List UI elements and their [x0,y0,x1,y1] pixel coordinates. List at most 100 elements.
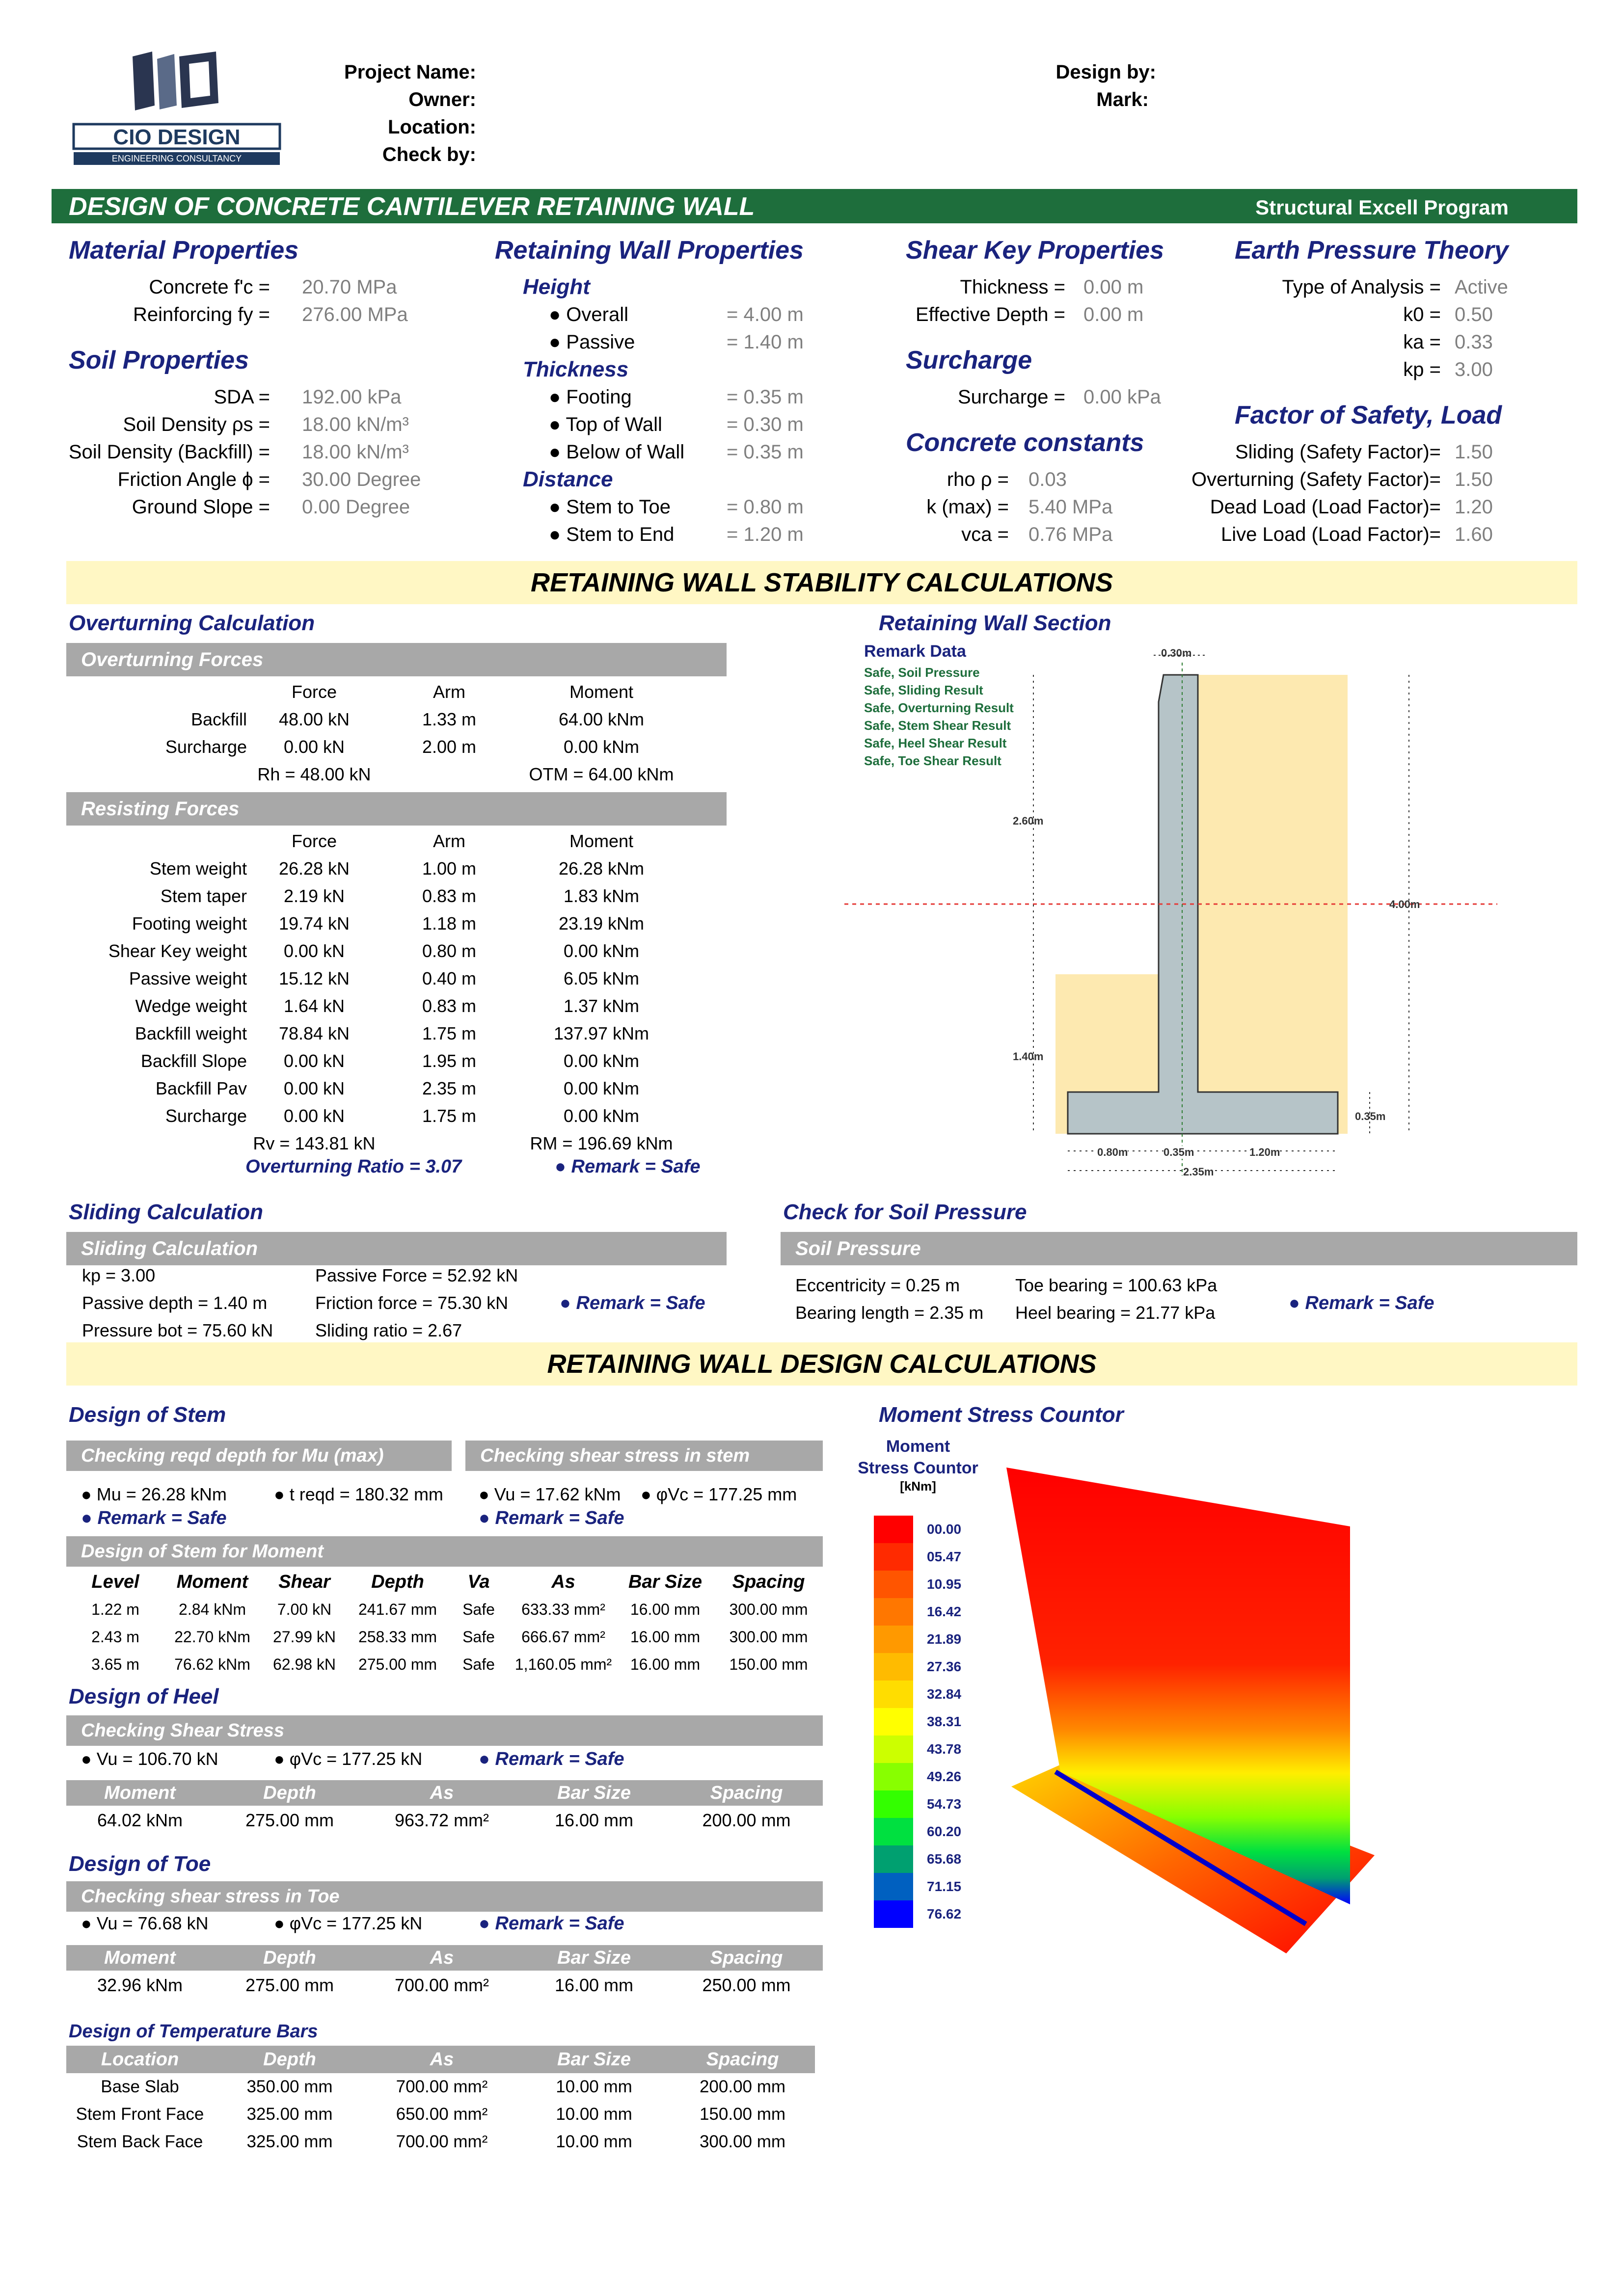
legend-swatch [874,1571,913,1598]
material-heading: Material Properties [69,236,299,265]
table-row: 32.96 kNm 275.00 mm 700.00 mm² 16.00 mm 250.… [97,1975,791,1995]
soil-pressure-remark: ● Remark = Safe [1289,1293,1434,1313]
owner-label: Owner: [408,89,476,110]
table-row: Stem weight 26.28 kN 1.00 m 26.28 kNm [149,858,645,879]
legend-entry: 00.00 [874,1516,982,1543]
dim-footing: 0.35m [1355,1110,1386,1122]
overturning-fs-value: 1.50 [1455,469,1493,490]
distance-subheading: Distance [523,467,613,491]
dim-passive-height: 1.40m [1013,1050,1044,1063]
legend-value: 54.73 [927,1796,962,1812]
legend-value: 32.84 [927,1686,962,1702]
sk-thickness-value: 0.00 m [1083,276,1144,298]
legend-entry: 76.62 [874,1900,982,1928]
col-moment-header: Moment [569,682,634,702]
sk-eff-depth-value: 0.00 m [1083,304,1144,325]
overturning-forces-bar: Overturning Forces [66,643,727,676]
vca-label: vca = [961,524,1009,545]
rho-label: rho ρ = [947,469,1009,490]
legend-swatch [874,1873,913,1900]
col-arm-header: Arm [433,682,465,702]
table-row: Backfill 48.00 kN 1.33 m 64.00 kNm [190,709,645,729]
legend-value: 38.31 [927,1714,962,1729]
legend-value: 27.36 [927,1659,962,1674]
overall-value: = 4.00 m [727,304,804,325]
soil-pressure-heading: Check for Soil Pressure [783,1200,1027,1224]
resisting-table: Force Arm Moment Stem weight 26.28 kN 1.00… [66,828,727,1157]
thickness-subheading: Thickness [523,357,629,381]
sk-thickness-label: Thickness = [960,276,1065,298]
title-bar: DESIGN OF CONCRETE CANTILEVER RETAINING … [52,189,1577,223]
ka-value: 0.33 [1455,331,1493,353]
backfill-density-value: 18.00 kN/m³ [302,441,409,463]
analysis-type-value: Active [1455,276,1508,298]
live-load-factor-value: 1.60 [1455,524,1493,545]
wall-section-drawing [844,655,1497,1175]
sliding-fs-value: 1.50 [1455,441,1493,463]
title-text: DESIGN OF CONCRETE CANTILEVER RETAINING … [69,192,755,221]
stress-heading: Moment Stress Countor [879,1403,1124,1427]
legend-value: 65.68 [927,1851,962,1867]
below-wall-label: ● Below of Wall [549,441,685,463]
dead-load-factor-value: 1.20 [1455,496,1493,518]
ground-slope-label: Ground Slope = [132,496,270,518]
toe-table: Moment Depth As Bar Size Spacing 32.96 kNm 27… [66,1945,823,2000]
dead-load-factor-label: Dead Load (Load Factor)= [1210,496,1441,518]
otm-total: OTM = 64.00 kNm [529,764,674,784]
location-label: Location: [388,116,476,138]
legend-swatch [874,1763,913,1790]
kp-label: kp = [1403,359,1441,380]
stem-end-label: ● Stem to End [549,524,675,545]
legend-entry: 27.36 [874,1653,982,1681]
table-row: Passive weight 15.12 kN 0.40 m 6.05 kNm [129,968,640,988]
legend-entry: 71.15 [874,1873,982,1900]
check-by-label: Check by: [382,144,476,165]
stem-moment-table: Level Moment Shear Depth Va As Bar Size … [66,1568,823,1678]
concrete-constants-heading: Concrete constants [906,428,1144,457]
design-banner: RETAINING WALL DESIGN CALCULATIONS [66,1342,1577,1386]
project-name-label: Project Name: [344,61,476,83]
earth-pressure-heading: Earth Pressure Theory [1235,236,1509,265]
table-row: Stem Front Face 325.00 mm 650.00 mm² 10.00 … [76,2105,786,2124]
stem-shear-bar: Checking shear stress in stem [465,1441,823,1471]
footing-value: = 0.35 m [727,386,804,408]
fy-value: 276.00 MPa [302,304,408,325]
legend-entry: 05.47 [874,1543,982,1571]
legend-value: 43.78 [927,1741,962,1757]
toe-remark: ● Remark = Safe [479,1913,624,1934]
surcharge-heading: Surcharge [906,346,1032,374]
height-subheading: Height [523,275,590,299]
sda-value: 192.00 kPa [302,386,402,408]
stem-heading: Design of Stem [69,1403,226,1427]
table-row: Rv = 143.81 kN RM = 196.69 kNm [66,1130,727,1157]
vca-value: 0.76 MPa [1028,524,1113,545]
legend-swatch [874,1845,913,1873]
toe-heading: Design of Toe [69,1852,211,1876]
sliding-remark: ● Remark = Safe [560,1293,705,1313]
analysis-type-label: Type of Analysis = [1282,276,1441,298]
overturning-ratio: Overturning Ratio = 3.07 [245,1156,462,1177]
legend-swatch [874,1653,913,1681]
table-row: Stem taper 2.19 kN 0.83 m 1.83 kNm [160,886,640,906]
below-wall-value: = 0.35 m [727,441,804,463]
legend-entry: 38.31 [874,1708,982,1735]
col-force-header: Force [291,682,337,702]
friction-angle-value: 30.00 Degree [302,469,421,490]
table-row: Surcharge 0.00 kN 1.75 m 0.00 kNm [165,1106,640,1126]
rh-total: Rh = 48.00 kN [257,764,371,784]
overturning-remark: ● Remark = Safe [555,1156,701,1177]
legend-entry: 16.42 [874,1598,982,1626]
legend-entry: 65.68 [874,1845,982,1873]
temperature-table: Location Depth As Bar Size Spacing Base Slab… [66,2046,815,2156]
soil-density-value: 18.00 kN/m³ [302,414,409,435]
overall-label: ● Overall [549,304,628,325]
dim-overall-height: 4.00m [1389,898,1420,910]
dim-upper-height: 2.60m [1013,815,1044,827]
legend-value: 71.15 [927,1879,962,1894]
legend-entry: 32.84 [874,1681,982,1708]
section-heading: Retaining Wall Section [879,611,1111,635]
moment-stress-3d-plot [1006,1468,1375,1953]
legend-swatch [874,1681,913,1708]
toe-shear-bar: Checking shear stress in Toe [66,1881,823,1912]
legend-value: 00.00 [927,1522,962,1537]
